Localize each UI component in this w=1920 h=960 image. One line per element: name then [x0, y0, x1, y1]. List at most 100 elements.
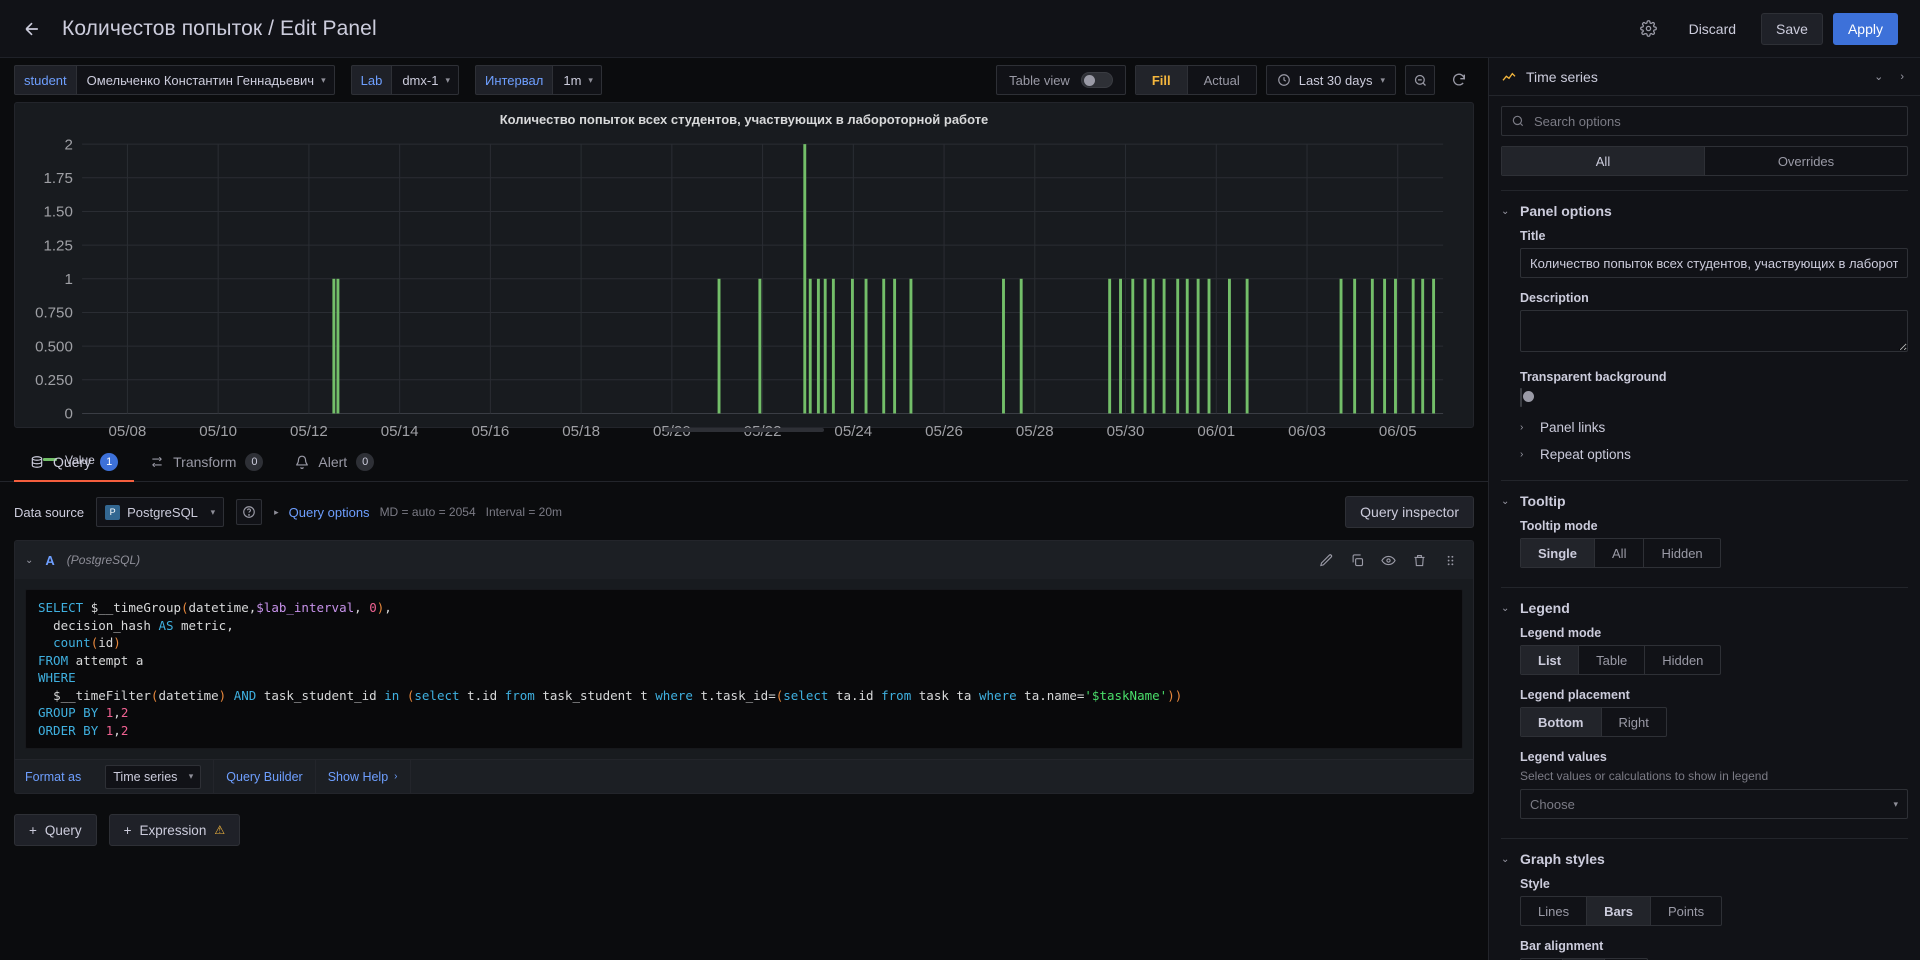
svg-text:2: 2	[64, 136, 72, 153]
fill-actual-segmented: Fill Actual	[1134, 65, 1257, 95]
legend-values-select[interactable]: Choose ▾	[1520, 789, 1908, 819]
zoom-out-button[interactable]	[1405, 65, 1435, 95]
data-source-row: Data source P PostgreSQL ▾ ▸ Query optio…	[14, 482, 1474, 540]
panel-title-input[interactable]	[1520, 248, 1908, 278]
query-row: ⌄ A (PostgreSQL) SELECT $__timeGroup(dat…	[14, 540, 1474, 794]
chevron-down-icon: ▾	[210, 506, 216, 517]
query-options-interval: Interval = 20m	[485, 505, 563, 519]
tooltip-header[interactable]: ⌄ Tooltip	[1501, 493, 1908, 509]
field-tooltip-mode: Tooltip mode Single All Hidden	[1501, 519, 1908, 568]
panel-description-input[interactable]	[1520, 310, 1908, 352]
show-help-button[interactable]: Show Help ›	[316, 759, 411, 793]
tab-alert-badge: 0	[356, 452, 375, 471]
graph-style-points[interactable]: Points	[1651, 897, 1721, 925]
panel-options-header[interactable]: ⌄ Panel options	[1501, 203, 1908, 219]
svg-text:06/03: 06/03	[1288, 423, 1326, 440]
chevron-down-icon[interactable]: ⌄	[1870, 70, 1887, 83]
drag-query-handle[interactable]	[1437, 547, 1463, 573]
delete-query-button[interactable]	[1406, 547, 1432, 573]
svg-text:05/08: 05/08	[109, 423, 147, 440]
clock-icon	[1277, 73, 1291, 87]
field-transparent-background: Transparent background	[1501, 370, 1908, 407]
filter-tab-all[interactable]: All	[1502, 147, 1705, 175]
collapse-sidebar-icon[interactable]: ›	[1896, 71, 1908, 83]
repeat-options-row[interactable]: › Repeat options	[1501, 447, 1908, 462]
query-footer: Format as Time series ▾ Query Builder Sh…	[15, 759, 1473, 793]
graph-styles-header[interactable]: ⌄ Graph styles	[1501, 851, 1908, 867]
format-as-select[interactable]: Time series ▾	[105, 764, 202, 789]
variable-lab-select[interactable]: dmx-1 ▾	[391, 65, 459, 95]
tab-transform[interactable]: Transform 0	[134, 443, 279, 482]
refresh-button[interactable]	[1444, 65, 1474, 95]
query-options-toggle[interactable]: ▸ Query options MD = auto = 2054 Interva…	[274, 505, 562, 520]
search-options-box[interactable]	[1501, 106, 1908, 136]
plot-container[interactable]: 0 0.250 0.500 0.750 1 1.25 1.50 1.75 2 05/08 05/10…	[15, 131, 1473, 453]
section-tooltip: ⌄ Tooltip Tooltip mode Single All Hidden	[1501, 480, 1908, 587]
time-range-picker[interactable]: Last 30 days ▾	[1265, 65, 1396, 95]
table-view-switch[interactable]	[1080, 72, 1113, 88]
add-query-button[interactable]: + Query	[14, 814, 97, 846]
actual-button[interactable]: Actual	[1188, 66, 1256, 94]
variable-student: student Омельченко Константин Геннадьеви…	[14, 65, 335, 95]
left-column: student Омельченко Константин Геннадьеви…	[0, 58, 1488, 960]
duplicate-query-button[interactable]	[1344, 547, 1370, 573]
graph-style-lines[interactable]: Lines	[1521, 897, 1588, 925]
section-graph-styles: ⌄ Graph styles Style Lines Bars Points B…	[1501, 838, 1908, 960]
back-button[interactable]	[14, 11, 50, 47]
tooltip-mode-hidden[interactable]: Hidden	[1644, 539, 1719, 567]
legend-placement-bottom[interactable]: Bottom	[1521, 708, 1602, 736]
add-expression-button[interactable]: + Expression ⚠	[108, 814, 241, 846]
query-inspector-button[interactable]: Query inspector	[1345, 496, 1474, 528]
query-collapse-toggle[interactable]: ⌄	[25, 555, 33, 566]
postgresql-icon: P	[105, 504, 121, 520]
add-buttons-row: + Query + Expression ⚠	[14, 794, 1474, 846]
discard-button[interactable]: Discard	[1674, 13, 1751, 45]
filter-tab-overrides[interactable]: Overrides	[1705, 147, 1907, 175]
data-source-select[interactable]: P PostgreSQL ▾	[96, 497, 225, 527]
table-view-toggle[interactable]: Table view	[996, 65, 1126, 95]
legend-mode-list[interactable]: List	[1521, 646, 1580, 674]
svg-text:06/05: 06/05	[1379, 423, 1417, 440]
toggle-query-visibility-button[interactable]	[1375, 547, 1401, 573]
tab-alert-label: Alert	[318, 453, 348, 470]
breadcrumb[interactable]: Количестов попыток / Edit Panel	[62, 17, 377, 41]
panel-links-row[interactable]: › Panel links	[1501, 420, 1908, 435]
variable-student-select[interactable]: Омельченко Константин Геннадьевич ▾	[75, 65, 335, 95]
help-button[interactable]	[236, 499, 263, 525]
graph-style-bars[interactable]: Bars	[1587, 897, 1651, 925]
search-options-input[interactable]	[1534, 113, 1898, 129]
add-expression-label: Expression	[139, 822, 207, 838]
visualization-header[interactable]: Time series ⌄ ›	[1489, 58, 1920, 96]
field-legend-placement: Legend placement Bottom Right	[1501, 688, 1908, 737]
save-button[interactable]: Save	[1761, 12, 1823, 45]
fill-button[interactable]: Fill	[1135, 66, 1188, 94]
header-actions: Discard Save Apply	[1634, 12, 1898, 45]
body-wrapper: student Омельченко Константин Геннадьеви…	[0, 58, 1920, 960]
tooltip-mode-single[interactable]: Single	[1521, 539, 1596, 567]
tab-query[interactable]: Query 1	[14, 443, 135, 482]
chevron-down-icon: ⌄	[1501, 853, 1510, 865]
query-ref-id[interactable]: A	[45, 553, 54, 568]
edit-query-button[interactable]	[1313, 547, 1339, 573]
tooltip-mode-all[interactable]: All	[1595, 539, 1645, 567]
legend-values-label: Legend values	[1520, 750, 1607, 764]
tooltip-mode-group: Single All Hidden	[1520, 538, 1721, 568]
variable-interval-select[interactable]: 1m ▾	[552, 65, 602, 95]
svg-text:0: 0	[64, 406, 72, 423]
apply-button[interactable]: Apply	[1832, 12, 1898, 45]
svg-text:0.750: 0.750	[35, 305, 73, 322]
format-as-group: Format as Time series ▾	[25, 759, 215, 793]
bell-icon	[296, 455, 309, 469]
sql-code-editor[interactable]: SELECT $__timeGroup(datetime,$lab_interv…	[25, 589, 1463, 749]
legend-placement-right[interactable]: Right	[1602, 708, 1666, 736]
legend-mode-table[interactable]: Table	[1579, 646, 1646, 674]
tab-alert[interactable]: Alert 0	[279, 443, 390, 482]
panel-settings-button[interactable]	[1634, 14, 1664, 44]
query-builder-button[interactable]: Query Builder	[214, 759, 316, 793]
query-editor-scroll: Data source P PostgreSQL ▾ ▸ Query optio…	[0, 482, 1488, 960]
options-sidebar: Time series ⌄ › All Overrides ⌄ Panel op…	[1488, 58, 1920, 960]
panel-resize-handle[interactable]	[664, 428, 824, 432]
legend-header[interactable]: ⌄ Legend	[1501, 600, 1908, 616]
legend-mode-hidden[interactable]: Hidden	[1645, 646, 1720, 674]
transparent-background-switch[interactable]	[1520, 388, 1534, 407]
